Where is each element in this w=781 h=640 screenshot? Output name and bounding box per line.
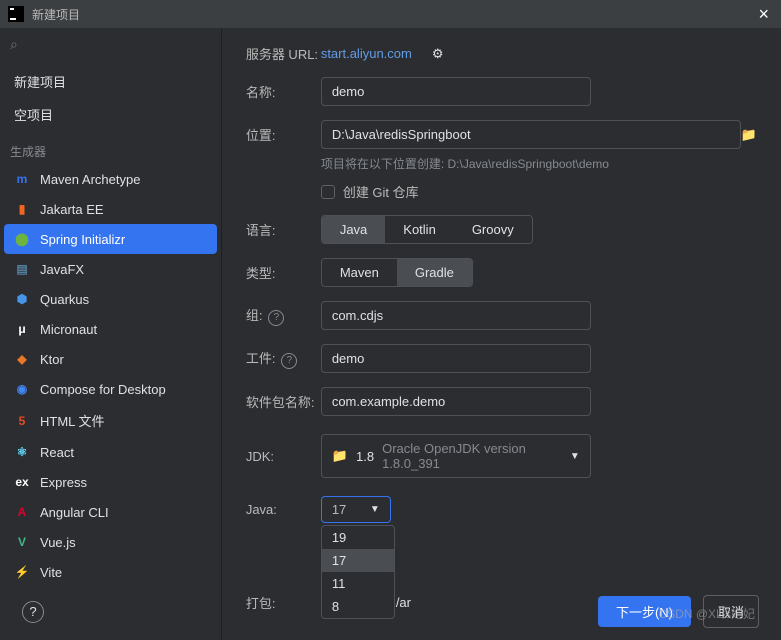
jdk-version: Oracle OpenJDK version 1.8.0_391 — [382, 441, 562, 471]
generator-label: Compose for Desktop — [40, 382, 166, 397]
generator-icon: A — [14, 504, 30, 520]
generator-spring-initializr[interactable]: ⬤ Spring Initializr — [4, 224, 217, 254]
help-icon[interactable]: ? — [281, 353, 297, 369]
help-button[interactable]: ? — [22, 601, 44, 623]
generator-label: Quarkus — [40, 292, 89, 307]
cancel-button[interactable]: 取消 — [703, 595, 759, 628]
generator-icon: ◉ — [14, 381, 30, 397]
package-label: 软件包名称: — [246, 392, 321, 411]
jdk-value: 1.8 — [356, 449, 374, 464]
nav-empty-project[interactable]: 空项目 — [0, 98, 221, 131]
close-icon[interactable]: × — [754, 4, 773, 25]
artifact-label: 工件:? — [246, 348, 321, 369]
type-option-gradle[interactable]: Gradle — [397, 259, 472, 286]
help-icon[interactable]: ? — [268, 310, 284, 326]
nav-new-project[interactable]: 新建项目 — [0, 65, 221, 98]
generator-icon: ▤ — [14, 261, 30, 277]
folder-icon: 📁 — [332, 448, 348, 464]
generator-express[interactable]: ex Express — [0, 467, 221, 497]
generator-label: Ktor — [40, 352, 64, 367]
generator-icon: V — [14, 534, 30, 550]
generator-label: Maven Archetype — [40, 172, 140, 187]
main-panel: 服务器 URL: start.aliyun.com ⚙ 名称: 位置: 📁 项目… — [222, 28, 781, 640]
generator-angular-cli[interactable]: A Angular CLI — [0, 497, 221, 527]
language-label: 语言: — [246, 220, 321, 239]
name-input[interactable] — [321, 77, 591, 106]
jdk-label: JDK: — [246, 449, 321, 464]
generator-icon: ▮ — [14, 201, 30, 217]
server-url-label: 服务器 URL: — [246, 44, 321, 63]
generator-compose-for-desktop[interactable]: ◉ Compose for Desktop — [0, 374, 221, 404]
generator-maven-archetype[interactable]: m Maven Archetype — [0, 164, 221, 194]
window-title: 新建项目 — [32, 6, 80, 23]
java-option-11[interactable]: 11 — [322, 572, 394, 595]
group-input[interactable] — [321, 301, 591, 330]
type-option-maven[interactable]: Maven — [322, 259, 397, 286]
chevron-down-icon: ▼ — [570, 451, 580, 462]
app-logo — [8, 6, 24, 22]
generator-label: Vue.js — [40, 535, 76, 550]
generator-label: JavaFX — [40, 262, 84, 277]
git-label: 创建 Git 仓库 — [343, 182, 419, 201]
java-value: 17 — [332, 502, 346, 517]
location-input[interactable] — [321, 120, 741, 149]
location-hint: 项目将在以下位置创建: D:\Java\redisSpringboot\demo — [321, 155, 757, 172]
java-label: Java: — [246, 502, 321, 517]
generator-react[interactable]: ⚛ React — [0, 437, 221, 467]
jdk-select[interactable]: 📁 1.8 Oracle OpenJDK version 1.8.0_391 ▼ — [321, 434, 591, 478]
gear-icon[interactable]: ⚙ — [432, 46, 444, 62]
generator-label: Micronaut — [40, 322, 97, 337]
generator-icon: ⚛ — [14, 444, 30, 460]
sidebar: ⌕ 新建项目 空项目 生成器 m Maven Archetype ▮ Jakarta … — [0, 28, 222, 640]
group-label: 组:? — [246, 305, 321, 326]
generator-icon: ex — [14, 474, 30, 490]
server-url-link[interactable]: start.aliyun.com — [321, 46, 412, 61]
generator-label: Express — [40, 475, 87, 490]
generators-header: 生成器 — [0, 135, 221, 164]
search-icon: ⌕ — [10, 36, 18, 52]
git-checkbox[interactable] — [321, 185, 335, 199]
generator-icon: ◆ — [14, 351, 30, 367]
generator-icon: ⬤ — [14, 231, 30, 247]
next-button[interactable]: 下一步(N) — [598, 596, 691, 627]
generator-icon: μ — [14, 321, 30, 337]
generator-vue.js[interactable]: V Vue.js — [0, 527, 221, 557]
generator-jakarta-ee[interactable]: ▮ Jakarta EE — [0, 194, 221, 224]
generator-icon: 5 — [14, 413, 30, 429]
artifact-input[interactable] — [321, 344, 591, 373]
generator-icon: ⚡ — [14, 564, 30, 580]
generator-icon: m — [14, 171, 30, 187]
generator-label: React — [40, 445, 74, 460]
generator-label: Spring Initializr — [40, 232, 125, 247]
java-dropdown: 1917118 — [321, 525, 395, 619]
generator-html-文件[interactable]: 5 HTML 文件 — [0, 404, 221, 437]
java-select[interactable]: 17 ▼ — [321, 496, 391, 523]
chevron-down-icon: ▼ — [370, 504, 380, 515]
language-option-java[interactable]: Java — [322, 216, 385, 243]
java-option-19[interactable]: 19 — [322, 526, 394, 549]
generator-micronaut[interactable]: μ Micronaut — [0, 314, 221, 344]
generator-quarkus[interactable]: ⬢ Quarkus — [0, 284, 221, 314]
language-option-groovy[interactable]: Groovy — [454, 216, 532, 243]
type-label: 类型: — [246, 263, 321, 282]
generator-label: Vite — [40, 565, 62, 580]
language-option-kotlin[interactable]: Kotlin — [385, 216, 454, 243]
java-option-17[interactable]: 17 — [322, 549, 394, 572]
generator-label: Jakarta EE — [40, 202, 104, 217]
generator-icon: ⬢ — [14, 291, 30, 307]
location-label: 位置: — [246, 125, 321, 144]
java-option-8[interactable]: 8 — [322, 595, 394, 618]
generator-label: Angular CLI — [40, 505, 109, 520]
generator-ktor[interactable]: ◆ Ktor — [0, 344, 221, 374]
generator-javafx[interactable]: ▤ JavaFX — [0, 254, 221, 284]
search-bar[interactable]: ⌕ — [0, 28, 221, 61]
folder-icon[interactable]: 📁 — [741, 127, 757, 143]
generator-label: HTML 文件 — [40, 411, 105, 430]
name-label: 名称: — [246, 82, 321, 101]
package-input[interactable] — [321, 387, 591, 416]
titlebar: 新建项目 × — [0, 0, 781, 28]
